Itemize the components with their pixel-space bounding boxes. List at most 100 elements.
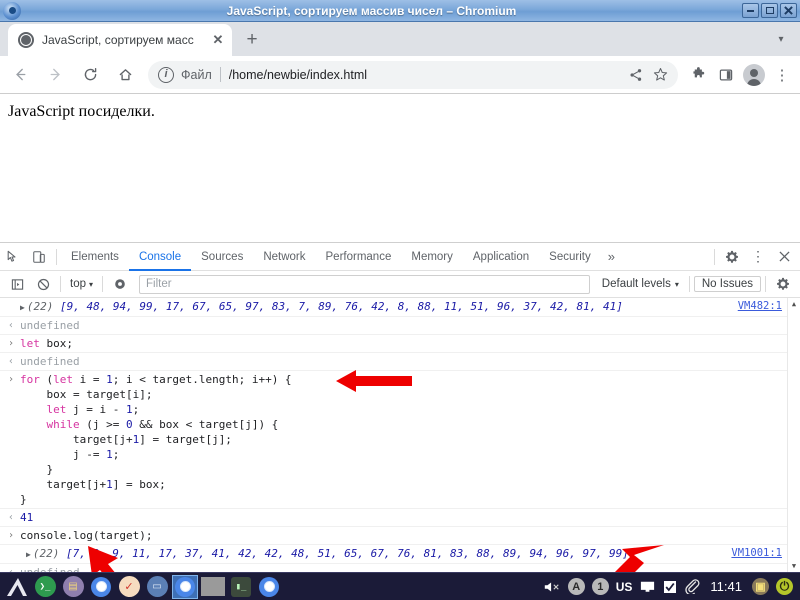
console-input-text: console.log(target);: [20, 529, 153, 542]
taskbar-menu-icon[interactable]: [4, 574, 30, 600]
minimize-button[interactable]: [742, 3, 759, 18]
console-row-input-for-loop[interactable]: › for (let i = 1; i < target.length; i++…: [0, 371, 800, 509]
reload-button[interactable]: [75, 60, 105, 90]
devtools-close-icon[interactable]: [771, 244, 797, 270]
taskbar-clock[interactable]: 11:41: [704, 579, 748, 594]
url-text[interactable]: /home/newbie/index.html: [229, 68, 624, 82]
back-button[interactable]: [5, 60, 35, 90]
tab-console[interactable]: Console: [129, 243, 191, 271]
globe-icon: [18, 32, 34, 48]
volume-muted-icon[interactable]: [540, 575, 564, 599]
tab-network[interactable]: Network: [253, 243, 315, 271]
chevron-down-icon[interactable]: ▾: [768, 25, 794, 53]
keyboard-layout-indicator[interactable]: US: [613, 580, 636, 594]
js-keyword: let: [20, 337, 40, 350]
share-icon[interactable]: [624, 63, 648, 87]
log-levels-selector[interactable]: Default levels ▾: [596, 278, 685, 290]
console-row-input-let-box[interactable]: › let box;: [0, 335, 800, 353]
console-result-text: 41: [20, 511, 34, 524]
checkbox-icon[interactable]: [660, 575, 680, 599]
console-settings-gear-icon[interactable]: [770, 271, 796, 297]
js-keyword: let: [53, 373, 73, 386]
avatar: [743, 63, 765, 86]
tab-security[interactable]: Security: [539, 243, 601, 271]
log-levels-label: Default levels: [601, 278, 671, 290]
forward-button[interactable]: [40, 60, 70, 90]
new-tab-button[interactable]: +: [238, 26, 266, 54]
window-glyph: ▭: [146, 576, 168, 597]
console-row-array-unsorted[interactable]: ▶ (22) [9, 48, 94, 99, 17, 67, 65, 97, 83…: [0, 298, 800, 317]
taskbar-notes-icon[interactable]: ✓: [116, 574, 142, 600]
taskbar-chromium-active-icon[interactable]: [172, 574, 198, 599]
console-result-text: undefined: [20, 319, 80, 332]
console-row-array-sorted[interactable]: ▶ (22) [7, 8, 9, 11, 17, 37, 41, 42, 42, …: [0, 545, 800, 564]
taskbar-chromium-icon[interactable]: [88, 574, 114, 600]
filter-placeholder: Filter: [146, 278, 172, 290]
js-number: 1: [106, 478, 113, 491]
console-scrollbar[interactable]: ▲ ▼: [787, 298, 800, 572]
side-panel-icon[interactable]: [712, 61, 740, 89]
gear-icon[interactable]: [719, 244, 745, 270]
devtools-menu-icon[interactable]: ⋮: [745, 244, 771, 270]
maximize-button[interactable]: [761, 3, 778, 18]
taskbar-terminal-icon[interactable]: ▮_: [228, 574, 254, 600]
expand-triangle-icon[interactable]: ▶: [20, 303, 25, 312]
console-row-result-undefined-1[interactable]: ‹ undefined: [0, 317, 800, 335]
tab-close-icon[interactable]: ✕: [210, 32, 226, 48]
logout-power-icon[interactable]: ⏻: [773, 575, 796, 599]
taskbar-window-icon[interactable]: ▭: [144, 574, 170, 600]
device-toolbar-icon[interactable]: [26, 244, 52, 270]
console-row-input-console-log[interactable]: › console.log(target);: [0, 527, 800, 545]
tab-performance[interactable]: Performance: [316, 243, 402, 271]
workspace-icon[interactable]: 1: [589, 575, 612, 599]
close-button[interactable]: [780, 3, 797, 18]
profile-avatar[interactable]: [740, 63, 768, 86]
chevron-down-icon: ▾: [89, 279, 94, 289]
display-icon[interactable]: [636, 575, 659, 599]
issues-button[interactable]: No Issues: [693, 276, 761, 292]
console-row-result-number[interactable]: ‹ 41: [0, 509, 800, 527]
home-button[interactable]: [110, 60, 140, 90]
browser-menu-icon[interactable]: ⋮: [768, 61, 796, 89]
bookmark-star-icon[interactable]: [648, 63, 672, 87]
tab-elements[interactable]: Elements: [61, 243, 129, 271]
console-filter-input[interactable]: Filter: [139, 274, 590, 294]
execution-context-selector[interactable]: top ▾: [65, 274, 98, 294]
console-row-result-undefined-2[interactable]: ‹ undefined: [0, 353, 800, 371]
browser-tab[interactable]: JavaScript, сортируем масс ✕: [8, 24, 232, 56]
more-tabs-icon[interactable]: »: [601, 249, 622, 264]
console-message-list[interactable]: ▶ (22) [9, 48, 94, 99, 17, 67, 65, 97, 83…: [0, 298, 800, 572]
tab-sources[interactable]: Sources: [191, 243, 253, 271]
accessibility-icon[interactable]: A: [565, 575, 588, 599]
console-sidebar-icon[interactable]: [4, 271, 30, 297]
files-glyph: ▤: [62, 576, 84, 597]
page-viewport: JavaScript посиделки.: [0, 94, 800, 242]
address-bar[interactable]: i Файл /home/newbie/index.html: [148, 60, 678, 89]
tab-memory[interactable]: Memory: [401, 243, 463, 271]
clipboard-icon[interactable]: [681, 575, 703, 599]
browser-toolbar: i Файл /home/newbie/index.html ⋮: [0, 56, 800, 94]
taskbar-chromium-window-icon[interactable]: [256, 574, 282, 600]
system-tray: A 1 US 11:41 ▣ ⏻: [540, 575, 796, 599]
expand-triangle-icon[interactable]: ▶: [26, 550, 31, 559]
scrollbar-up-arrow-icon[interactable]: ▲: [788, 298, 800, 310]
js-number: 1: [132, 433, 140, 446]
page-info-icon[interactable]: i: [158, 66, 174, 83]
tab-application[interactable]: Application: [463, 243, 539, 271]
js-rest: box;: [39, 337, 73, 350]
clear-console-icon[interactable]: [30, 271, 56, 297]
scrollbar-down-arrow-icon[interactable]: ▼: [788, 560, 800, 572]
execution-context-label: top: [70, 278, 86, 290]
taskbar-hidden-window-icon[interactable]: [200, 574, 226, 600]
inspect-element-icon[interactable]: [0, 244, 26, 270]
extensions-icon[interactable]: [684, 61, 712, 89]
taskbar-files-icon[interactable]: ▤: [60, 574, 86, 600]
live-expression-eye-icon[interactable]: [107, 271, 133, 297]
console-row-result-undefined-3[interactable]: ‹ undefined: [0, 564, 800, 572]
taskbar-terminal-green-icon[interactable]: ❯_: [32, 574, 58, 600]
array-values: [7, 8, 9, 11, 17, 37, 41, 42, 42, 48, 51…: [65, 547, 629, 560]
display-settings-icon[interactable]: ▣: [749, 575, 772, 599]
console-result-text: undefined: [20, 565, 800, 572]
js-keyword: let: [46, 403, 67, 416]
console-row-gutter: ›: [7, 338, 15, 349]
